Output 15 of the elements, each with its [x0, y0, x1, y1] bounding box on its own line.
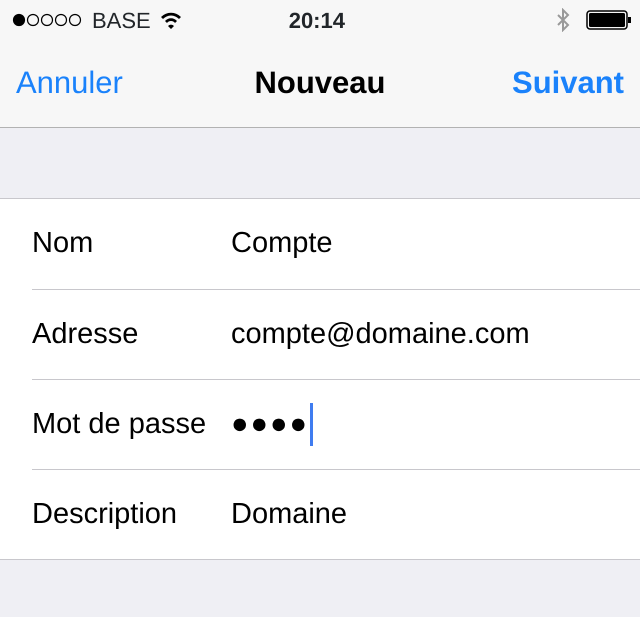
battery-icon — [586, 10, 632, 30]
field-label: Nom — [32, 226, 94, 262]
bluetooth-icon — [556, 8, 570, 32]
clock-time: 20:14 — [288, 6, 345, 34]
wifi-icon — [158, 11, 183, 29]
input-field[interactable]: ●●●● — [231, 402, 314, 446]
input-field[interactable]: compte@domaine.com — [231, 312, 530, 356]
screen-title: Nouveau — [254, 64, 386, 102]
input-field[interactable]: Domaine — [231, 492, 348, 536]
signal-icon — [12, 13, 84, 27]
field-label: Mot de passe — [32, 406, 208, 442]
input-field[interactable]: Compte — [231, 222, 333, 266]
field-label: Description — [32, 496, 178, 532]
carrier-name: BASE — [92, 6, 151, 34]
field-label: Adresse — [32, 316, 140, 352]
